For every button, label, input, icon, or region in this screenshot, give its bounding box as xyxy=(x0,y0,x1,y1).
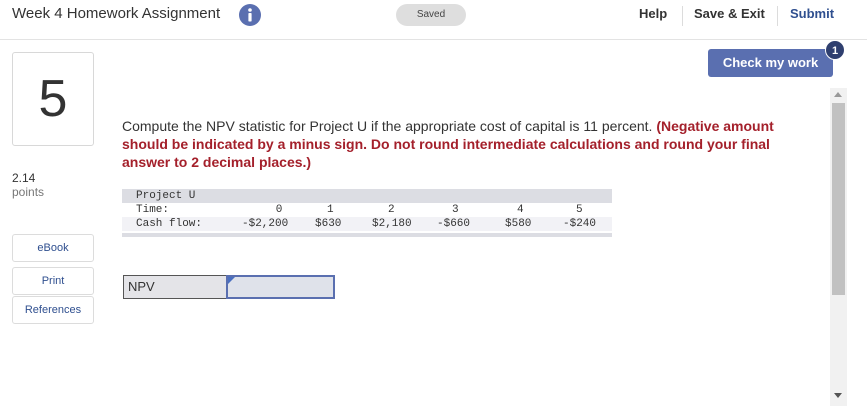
points-value: 2.14 xyxy=(12,171,36,185)
cash-flow-cell: -$660 xyxy=(437,218,471,230)
cash-flow-cell: -$240 xyxy=(563,218,597,230)
cash-flow-cell: $630 xyxy=(315,218,342,230)
question-number: 5 xyxy=(12,52,94,146)
npv-label: NPV xyxy=(123,275,227,299)
cash-flow-label: Cash flow: xyxy=(136,218,203,230)
divider xyxy=(682,6,683,26)
time-cell: 5 xyxy=(576,204,583,216)
divider xyxy=(777,6,778,26)
top-bar: Week 4 Homework Assignment Saved Help Sa… xyxy=(0,0,867,40)
check-my-work-button[interactable]: Check my work xyxy=(708,49,833,77)
time-label: Time: xyxy=(136,204,170,216)
project-label: Project U xyxy=(136,190,196,202)
answer-flag-icon xyxy=(228,277,235,284)
time-cell: 1 xyxy=(327,204,334,216)
info-icon[interactable] xyxy=(239,4,261,26)
references-button[interactable]: References xyxy=(12,296,94,324)
time-cell: 3 xyxy=(452,204,459,216)
table-header-band: Project U xyxy=(122,189,612,203)
submit-link[interactable]: Submit xyxy=(790,6,834,21)
cash-flow-cell: -$2,200 xyxy=(242,218,289,230)
scroll-down-icon[interactable] xyxy=(834,393,842,398)
cash-flow-cell: $580 xyxy=(505,218,532,230)
saved-status-badge: Saved xyxy=(396,4,466,26)
ebook-button[interactable]: eBook xyxy=(12,234,94,262)
time-cell: 0 xyxy=(275,204,283,216)
scroll-up-icon[interactable] xyxy=(834,92,842,97)
question-text: Compute the NPV statistic for Project U … xyxy=(122,117,822,171)
print-button[interactable]: Print xyxy=(12,267,94,295)
cash-flow-cell: $2,180 xyxy=(372,218,412,230)
npv-answer-input[interactable] xyxy=(226,275,335,299)
project-cash-flow-table: Project U Time: 0 1 2 3 4 5 Cash flow: -… xyxy=(122,189,612,237)
save-exit-link[interactable]: Save & Exit xyxy=(694,6,765,21)
time-cell: 4 xyxy=(517,204,524,216)
time-row: Time: 0 1 2 3 4 5 xyxy=(122,203,612,217)
help-link[interactable]: Help xyxy=(639,6,667,21)
check-work-count-badge: 1 xyxy=(825,40,845,60)
assignment-title: Week 4 Homework Assignment xyxy=(12,5,221,22)
table-footer-band xyxy=(122,233,612,237)
question-prompt: Compute the NPV statistic for Project U … xyxy=(122,118,653,134)
time-cell: 2 xyxy=(388,204,395,216)
scrollbar-thumb[interactable] xyxy=(832,103,845,295)
points-label: points xyxy=(12,185,45,199)
cash-flow-row: Cash flow: -$2,200 $630 $2,180 -$660 $58… xyxy=(122,217,612,231)
